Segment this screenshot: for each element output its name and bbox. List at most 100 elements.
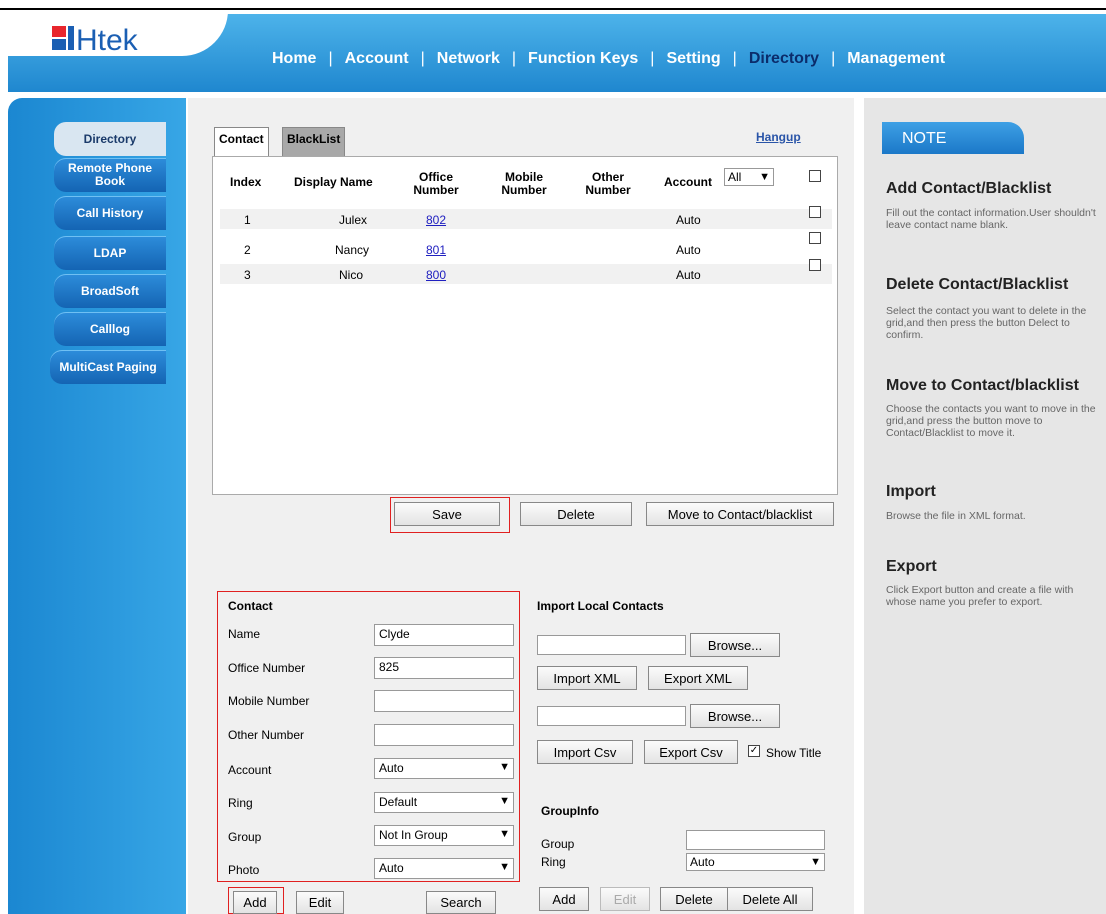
group-name-field[interactable]: [686, 830, 825, 850]
table-row[interactable]: [220, 264, 832, 284]
ring-label: Ring: [228, 796, 253, 810]
note-text-move: Choose the contacts you want to move in …: [886, 403, 1096, 439]
export-xml-button[interactable]: Export XML: [648, 666, 748, 690]
browse-csv-button[interactable]: Browse...: [690, 704, 780, 728]
table-row[interactable]: [220, 231, 832, 251]
col-account: Account: [664, 175, 712, 189]
group-info-ring-label: Ring: [541, 855, 566, 869]
name-field[interactable]: Clyde: [374, 624, 514, 646]
note-heading-import: Import: [886, 483, 936, 500]
sidebar-item-multicast-paging[interactable]: MultiCast Paging: [50, 350, 166, 384]
main-nav: Home | Account | Network | Function Keys | S…: [272, 50, 946, 68]
group-ring-select[interactable]: Auto ▼: [686, 853, 825, 871]
note-title: NOTE: [882, 122, 1024, 154]
photo-label: Photo: [228, 863, 260, 877]
nav-setting[interactable]: Setting: [666, 50, 720, 68]
nav-account[interactable]: Account: [345, 50, 409, 68]
photo-select[interactable]: Auto ▼: [374, 858, 514, 879]
note-text-import: Browse the file in XML format.: [886, 510, 1026, 522]
row-name: Nancy: [335, 243, 370, 257]
chevron-down-icon: ▼: [499, 828, 510, 840]
edit-contact-button[interactable]: Edit: [296, 891, 344, 914]
tab-blacklist[interactable]: BlackList: [282, 127, 346, 157]
row-account: Auto: [676, 268, 701, 282]
row-checkbox[interactable]: [809, 259, 821, 271]
sidebar-item-call-history[interactable]: Call History: [54, 196, 166, 230]
row-name: Nico: [339, 268, 364, 282]
note-heading-delete: Delete Contact/Blacklist: [886, 276, 1069, 293]
nav-home[interactable]: Home: [272, 50, 316, 68]
contact-form-title: Contact: [228, 599, 273, 613]
sidebar-item-calllog[interactable]: Calllog: [54, 312, 166, 346]
move-to-contact-button[interactable]: Move to Contact/blacklist: [646, 502, 834, 526]
row-index: 3: [244, 268, 251, 282]
delete-button[interactable]: Delete: [520, 502, 632, 526]
mobile-number-field[interactable]: [374, 690, 514, 712]
note-heading-add: Add Contact/Blacklist: [886, 180, 1052, 197]
col-mobile-number: Mobile Number: [501, 170, 547, 197]
group-select[interactable]: Not In Group ▼: [374, 825, 514, 846]
browse-xml-button[interactable]: Browse...: [690, 633, 780, 657]
select-all-checkbox[interactable]: [809, 170, 821, 182]
office-number-field[interactable]: 825: [374, 657, 514, 679]
note-text-delete: Select the contact you want to delete in…: [886, 305, 1087, 341]
sidebar-item-broadsoft[interactable]: BroadSoft: [54, 274, 166, 308]
chevron-down-icon: ▼: [759, 171, 770, 183]
group-delete-button[interactable]: Delete: [660, 887, 728, 911]
account-label: Account: [228, 763, 272, 777]
import-csv-button[interactable]: Import Csv: [537, 740, 633, 764]
group-info-group-label: Group: [541, 837, 575, 851]
table-row[interactable]: [220, 209, 832, 229]
save-button[interactable]: Save: [394, 502, 500, 526]
csv-file-field[interactable]: [537, 706, 686, 726]
col-office-number: Office Number: [413, 170, 459, 197]
nav-directory[interactable]: Directory: [749, 50, 819, 68]
nav-management[interactable]: Management: [847, 50, 945, 68]
sidebar-item-remote-phone-book[interactable]: Remote Phone Book: [54, 158, 166, 192]
group-label: Group: [228, 830, 262, 844]
row-office-link[interactable]: 802: [426, 213, 446, 227]
import-xml-button[interactable]: Import XML: [537, 666, 637, 690]
row-index: 2: [244, 243, 251, 257]
row-checkbox[interactable]: [809, 206, 821, 218]
chevron-down-icon: ▼: [499, 795, 510, 807]
row-name: Julex: [339, 213, 368, 227]
import-title: Import Local Contacts: [537, 599, 664, 613]
groupinfo-title: GroupInfo: [541, 804, 599, 818]
ring-select[interactable]: Default ▼: [374, 792, 514, 813]
row-account: Auto: [676, 213, 701, 227]
col-other-number: Other Number: [585, 170, 631, 197]
show-title-label: Show Title: [766, 746, 822, 760]
nav-network[interactable]: Network: [437, 50, 500, 68]
group-edit-button[interactable]: Edit: [600, 887, 650, 911]
hangup-link[interactable]: Hangup: [756, 130, 801, 144]
group-add-button[interactable]: Add: [539, 887, 589, 911]
sidebar-item-directory[interactable]: Directory: [54, 122, 166, 156]
row-account: Auto: [676, 243, 701, 257]
xml-file-field[interactable]: [537, 635, 686, 655]
nav-function-keys[interactable]: Function Keys: [528, 50, 638, 68]
name-label: Name: [228, 627, 261, 641]
account-select[interactable]: Auto ▼: [374, 758, 514, 779]
sidebar-item-ldap[interactable]: LDAP: [54, 236, 166, 270]
htek-logo: Htek: [52, 22, 192, 58]
add-contact-button[interactable]: Add: [233, 891, 277, 914]
row-office-link[interactable]: 800: [426, 268, 446, 282]
tab-contact[interactable]: Contact: [214, 127, 269, 157]
other-number-field[interactable]: [374, 724, 514, 746]
logo-text: Htek: [76, 24, 139, 57]
col-index: Index: [230, 175, 262, 189]
search-button[interactable]: Search: [426, 891, 496, 914]
row-office-link[interactable]: 801: [426, 243, 446, 257]
col-display-name: Display Name: [294, 175, 373, 189]
office-number-label: Office Number: [228, 661, 306, 675]
chevron-down-icon: ▼: [810, 856, 821, 868]
export-csv-button[interactable]: Export Csv: [644, 740, 738, 764]
group-delete-all-button[interactable]: Delete All: [727, 887, 813, 911]
mobile-number-label: Mobile Number: [228, 694, 310, 708]
row-checkbox[interactable]: [809, 232, 821, 244]
show-title-checkbox[interactable]: ✓: [748, 745, 760, 757]
row-index: 1: [244, 213, 251, 227]
account-filter-select[interactable]: All ▼: [724, 168, 774, 186]
contact-grid: [212, 156, 838, 495]
